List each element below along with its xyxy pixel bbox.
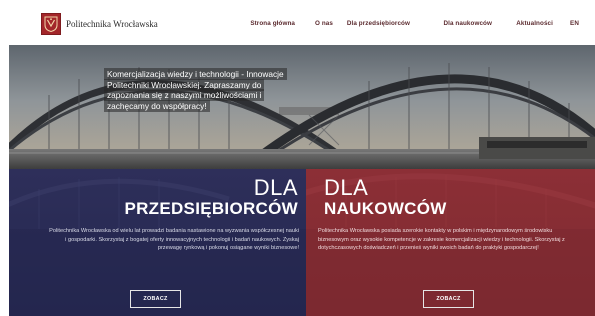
nav-o-nas[interactable]: O nas [315,20,333,27]
panel-naukowcow: DLA NAUKOWCÓW Politechnika Wrocławska po… [306,169,595,316]
nav-dla-naukowcow[interactable]: Dla naukowców [443,20,492,27]
panel-heading: PRZEDSIĘBIORCÓW [124,199,298,218]
nav-strona-glowna[interactable]: Strona główna [250,20,295,27]
panel-dla-label: DLA [324,175,369,200]
panel-dla-label: DLA [253,175,298,200]
nav-dla-przedsiebiorcow[interactable]: Dla przedsiębiorców [347,20,410,27]
bridge-photo [9,45,595,169]
university-crest-icon [41,13,61,35]
zobacz-naukowcy-button[interactable]: ZOBACZ [423,290,474,308]
site-header: Politechnika Wrocławska Strona główna O … [0,0,595,45]
logo-text: Politechnika Wrocławska [66,19,158,29]
panel-przedsiebiorcow: DLA PRZEDSIĘBIORCÓW Politechnika Wrocław… [9,169,306,316]
nav-en[interactable]: EN [570,20,579,27]
hero-caption: Komercjalizacja wiedzy i technologii - I… [104,68,296,112]
logo-link[interactable]: Politechnika Wrocławska [41,13,158,35]
zobacz-przedsiebiorcy-button[interactable]: ZOBACZ [130,290,181,308]
nav-aktualnosci[interactable]: Aktualności [516,20,553,27]
panel-description: Politechnika Wrocławska posiada szerokie… [318,228,565,252]
panel-heading: NAUKOWCÓW [324,199,447,218]
panel-description: Politechnika Wrocławska od wielu lat pro… [49,228,299,252]
hero-banner: Komercjalizacja wiedzy i technologii - I… [9,45,595,169]
